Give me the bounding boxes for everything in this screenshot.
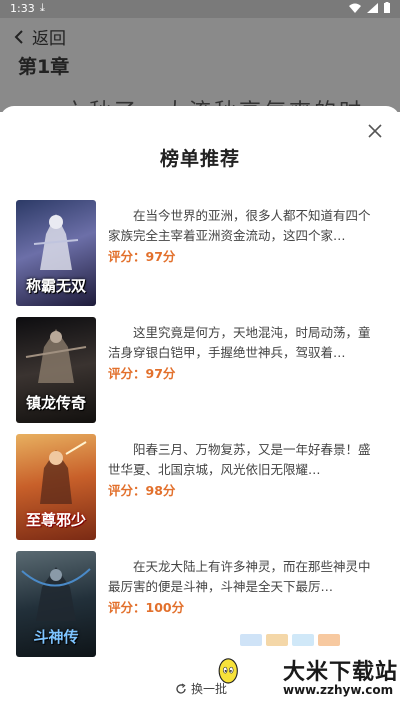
book-description: 这里究竟是何方，天地混沌，时局动荡，童洁身穿银白铠甲，手握绝世神兵，驾驭着… bbox=[108, 325, 371, 360]
status-time: 1:33 bbox=[10, 2, 35, 15]
chevron-left-icon bbox=[14, 29, 23, 44]
book-cover[interactable]: 至尊邪少 bbox=[16, 434, 96, 540]
download-icon: ⤓ bbox=[40, 1, 45, 14]
top-bar: 返回 bbox=[0, 18, 400, 52]
book-description: 在当今世界的亚洲，很多人都不知道有四个家族完全主宰着亚洲资金流动，这四个家… bbox=[108, 208, 371, 243]
back-button[interactable]: 返回 bbox=[14, 24, 66, 49]
book-score: 评分：98分 bbox=[108, 483, 176, 498]
recommend-sheet: 榜单推荐 称霸无双 在当今世界的亚洲，很多人都不知道有四个家族完全主宰着亚洲资金… bbox=[0, 106, 400, 710]
book-item[interactable]: 称霸无双 在当今世界的亚洲，很多人都不知道有四个家族完全主宰着亚洲资金流动，这四… bbox=[16, 200, 384, 306]
wifi-icon bbox=[349, 3, 361, 13]
battery-icon bbox=[384, 2, 390, 13]
watermark-url: www.zzhyw.com bbox=[283, 683, 394, 697]
book-description: 在天龙大陆上有许多神灵，而在那些神灵中最厉害的便是斗神，斗神是全天下最厉… bbox=[108, 559, 371, 594]
book-score: 评分：97分 bbox=[108, 249, 176, 264]
book-score: 评分：97分 bbox=[108, 366, 176, 381]
chapter-title: 第1章 bbox=[18, 56, 70, 78]
watermark-name: 大米下载站 bbox=[283, 660, 399, 685]
book-score: 评分：100分 bbox=[108, 600, 185, 615]
sheet-title: 榜单推荐 bbox=[159, 148, 240, 170]
book-item[interactable]: 镇龙传奇 这里究竟是何方，天地混沌，时局动荡，童洁身穿银白铠甲，手握绝世神兵，驾… bbox=[16, 317, 384, 423]
book-cover[interactable]: 斗神传 bbox=[16, 551, 96, 657]
refresh-icon bbox=[176, 682, 186, 694]
status-bar: 1:33 ⤓ bbox=[0, 0, 400, 18]
book-cover[interactable]: 称霸无双 bbox=[16, 200, 96, 306]
book-item[interactable]: 至尊邪少 阳春三月、万物复苏，又是一年好春景！盛世华夏、北国京城，风光依旧无限耀… bbox=[16, 434, 384, 540]
signal-icon bbox=[367, 2, 378, 13]
cover-title: 称霸无双 bbox=[25, 277, 86, 295]
cover-title: 至尊邪少 bbox=[25, 511, 86, 529]
close-icon[interactable] bbox=[366, 122, 384, 140]
book-description: 阳春三月、万物复苏，又是一年好春景！盛世华夏、北国京城，风光依旧无限耀… bbox=[108, 442, 371, 477]
cover-title: 斗神传 bbox=[33, 628, 79, 646]
cover-title: 镇龙传奇 bbox=[25, 394, 86, 412]
book-cover[interactable]: 镇龙传奇 bbox=[16, 317, 96, 423]
watermark-logo bbox=[218, 658, 238, 684]
back-label: 返回 bbox=[32, 29, 66, 49]
reader-background: 第1章 六秋了，大流秋高气爽的时 bbox=[0, 52, 400, 125]
status-right bbox=[349, 2, 390, 13]
